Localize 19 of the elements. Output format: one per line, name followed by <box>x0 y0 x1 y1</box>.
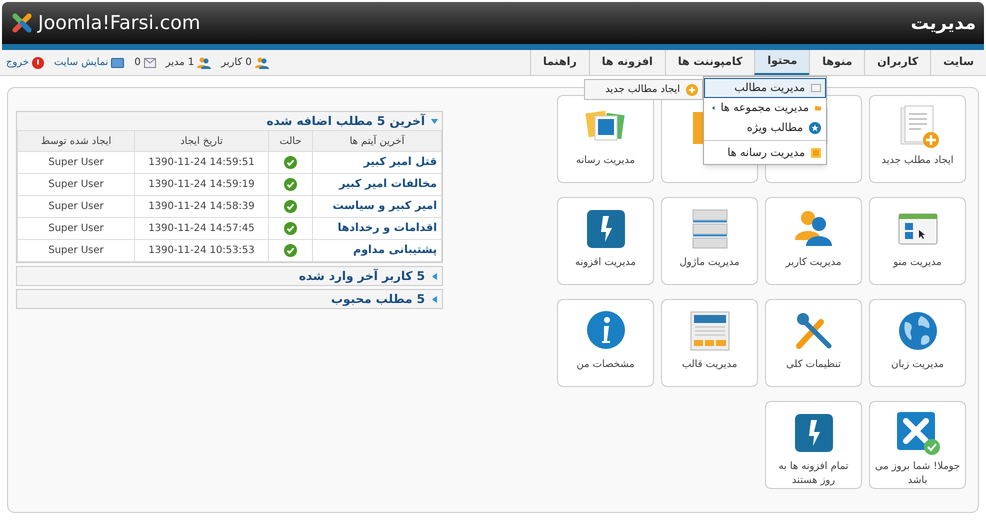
status-count: 0 کاربر <box>221 56 252 70</box>
author-cell: Super User <box>18 240 134 262</box>
status-count: 1 مدیر <box>166 56 194 70</box>
column-header: آخرین آیتم ها <box>312 130 442 152</box>
author-cell: Super User <box>18 218 134 240</box>
date-cell: 1390-11-24 14:58:39 <box>134 196 268 218</box>
author-cell: Super User <box>18 152 134 174</box>
site-logo-text: Joomla!Farsi.com <box>38 10 200 36</box>
column-header: حالت <box>268 130 312 152</box>
author-cell: Super User <box>18 196 134 218</box>
column-header: ایجاد شده توسط <box>18 130 134 152</box>
page-title: مدیریت <box>910 12 976 36</box>
date-cell: 1390-11-24 10:53:53 <box>134 240 268 262</box>
author-cell: Super User <box>18 174 134 196</box>
date-cell: 1390-11-24 14:59:51 <box>134 152 268 174</box>
date-cell: 1390-11-24 14:59:19 <box>134 174 268 196</box>
status-count: 0 <box>134 56 141 70</box>
date-cell: 1390-11-24 14:57:45 <box>134 218 268 240</box>
column-header: تاریخ ایجاد <box>134 130 268 152</box>
